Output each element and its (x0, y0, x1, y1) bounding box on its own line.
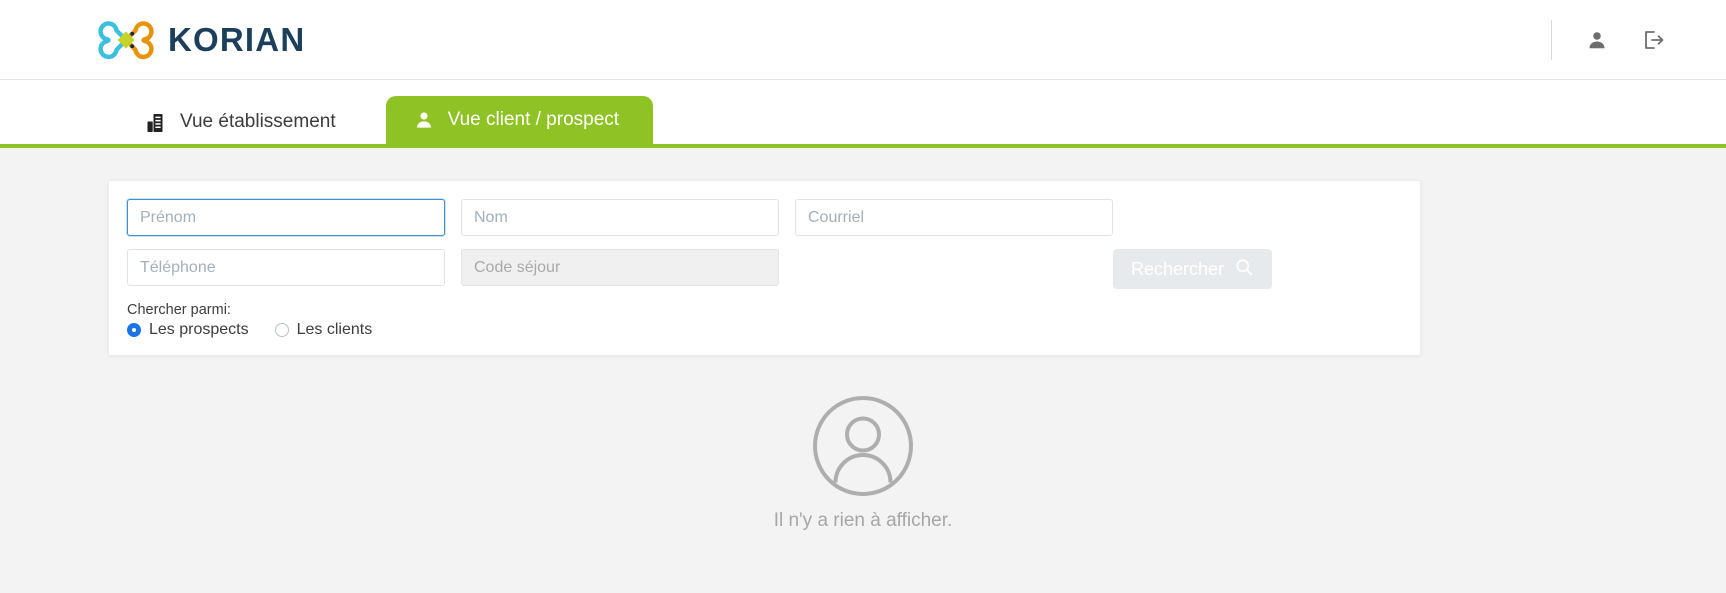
korian-butterfly-logo-icon (98, 20, 154, 59)
rechercher-button[interactable]: Rechercher (1112, 249, 1272, 289)
chercher-parmi-label: Chercher parmi: (127, 302, 231, 318)
code-sejour-input (461, 249, 779, 286)
radio-label: Les prospects (149, 321, 249, 338)
main-content: Rechercher Chercher parmi: Les prospects (0, 148, 1726, 589)
empty-state-message: Il n'y a rien à afficher. (773, 510, 953, 531)
app-header: KORIAN (0, 0, 1726, 80)
user-icon[interactable] (1582, 25, 1612, 55)
radio-les-prospects[interactable]: Les prospects (127, 321, 249, 339)
rechercher-button-label: Rechercher (1130, 258, 1224, 279)
radio-les-clients[interactable]: Les clients (274, 321, 373, 339)
search-row-2: Rechercher (127, 249, 1400, 289)
tab-vue-etablissement[interactable]: Vue établissement (120, 100, 362, 144)
radio-label: Les clients (296, 321, 373, 338)
telephone-input[interactable] (127, 249, 445, 286)
building-icon (146, 112, 166, 133)
brand-logo[interactable]: KORIAN (98, 17, 305, 63)
search-row-1 (127, 199, 1400, 236)
header-divider (1551, 19, 1552, 60)
search-panel: Rechercher Chercher parmi: Les prospects (108, 180, 1421, 356)
radio-indicator (127, 323, 141, 337)
user-icon (414, 110, 434, 130)
chercher-parmi-group: Chercher parmi: Les prospects Les client… (127, 302, 1400, 339)
prenom-input[interactable] (127, 199, 445, 236)
search-icon (1234, 257, 1254, 282)
radio-indicator (274, 323, 289, 337)
header-actions (1551, 19, 1696, 60)
courriel-input[interactable] (795, 199, 1113, 236)
tab-vue-client-prospect[interactable]: Vue client / prospect (385, 96, 654, 144)
avatar-placeholder-icon (813, 396, 913, 496)
radio-options: Les prospects Les clients (127, 321, 1400, 339)
tab-label: Vue client / prospect (447, 109, 620, 130)
logout-icon[interactable] (1638, 25, 1668, 55)
empty-state: Il n'y a rien à afficher. (0, 394, 1726, 532)
tab-label: Vue établissement (180, 111, 336, 132)
view-tabbar: Vue établissement Vue client / prospect (0, 80, 1726, 148)
row-spacer (795, 249, 1097, 289)
nom-input[interactable] (461, 199, 779, 236)
brand-name: KORIAN (168, 21, 306, 58)
